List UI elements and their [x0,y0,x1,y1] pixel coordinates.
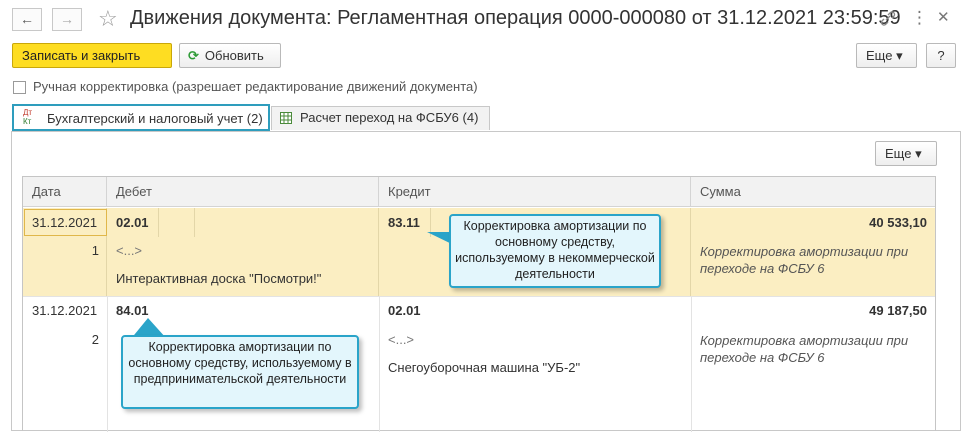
callout-business: Корректировка амортизации по основному с… [121,335,359,409]
callout-non-commercial: Корректировка амортизации по основному с… [449,214,661,288]
